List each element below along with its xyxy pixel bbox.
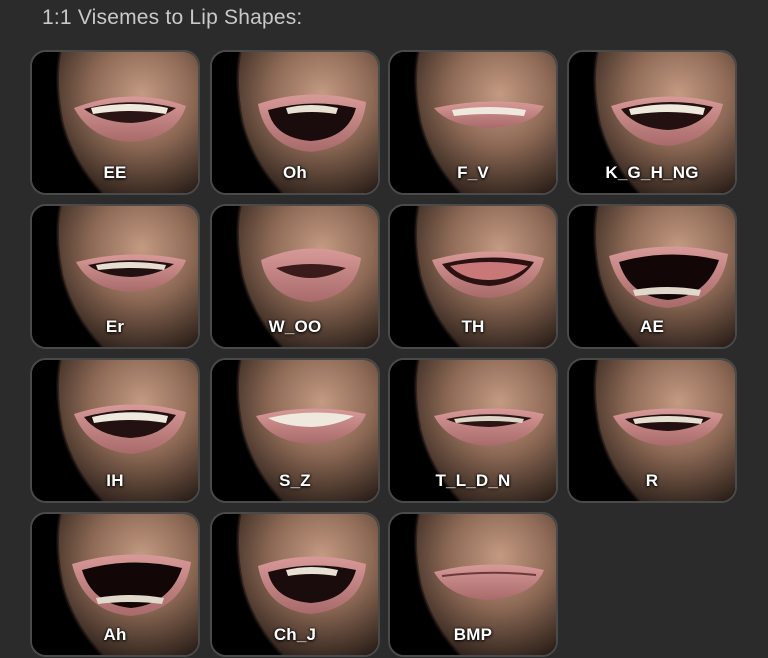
viseme-label: BMP (453, 625, 493, 644)
viseme-label: S_Z (279, 471, 311, 490)
viseme-label: IH (106, 471, 124, 490)
viseme-tile[interactable]: S_Z (210, 358, 380, 503)
panel-title: 1:1 Visemes to Lip Shapes: (42, 6, 303, 29)
viseme-tile[interactable]: TH (388, 204, 558, 349)
viseme-tile[interactable]: W_OO (210, 204, 380, 349)
viseme-tile[interactable]: R (567, 358, 737, 503)
viseme-tile[interactable]: BMP (388, 512, 558, 657)
viseme-tile[interactable]: EE (30, 50, 200, 195)
viseme-tile[interactable]: K_G_H_NG (567, 50, 737, 195)
viseme-label: F_V (457, 163, 489, 182)
viseme-tile[interactable]: Oh (210, 50, 380, 195)
viseme-label: EE (103, 163, 127, 182)
viseme-tile[interactable]: IH (30, 358, 200, 503)
viseme-label: W_OO (268, 317, 322, 336)
viseme-label: Ch_J (273, 625, 317, 644)
viseme-label: Er (105, 317, 125, 336)
viseme-label: R (645, 471, 659, 490)
viseme-label: T_L_D_N (435, 471, 511, 490)
viseme-tile[interactable]: F_V (388, 50, 558, 195)
viseme-tile[interactable]: Ah (30, 512, 200, 657)
viseme-tile[interactable]: AE (567, 204, 737, 349)
viseme-tile[interactable]: Er (30, 204, 200, 349)
viseme-tile[interactable]: T_L_D_N (388, 358, 558, 503)
viseme-tile[interactable]: Ch_J (210, 512, 380, 657)
viseme-label: K_G_H_NG (605, 163, 699, 182)
viseme-label: AE (639, 317, 665, 336)
viseme-label: TH (461, 317, 485, 336)
viseme-label: Ah (103, 625, 127, 644)
viseme-label: Oh (282, 163, 307, 182)
